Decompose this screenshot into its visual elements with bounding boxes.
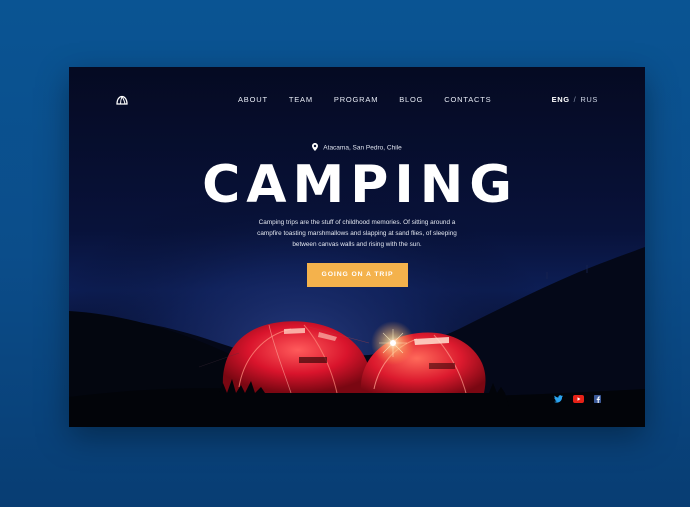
facebook-icon[interactable] bbox=[594, 390, 601, 408]
going-on-a-trip-button[interactable]: GOING ON A TRIP bbox=[307, 263, 408, 287]
language-option-rus[interactable]: RUS bbox=[580, 95, 598, 104]
hero-description: Camping trips are the stuff of childhood… bbox=[257, 219, 457, 248]
landing-page-card: ABOUT TEAM PROGRAM BLOG CONTACTS ENG / RUS… bbox=[69, 67, 645, 427]
tent-dome-icon[interactable] bbox=[115, 93, 129, 107]
nav-item-about[interactable]: ABOUT bbox=[238, 95, 268, 104]
nav-item-contacts[interactable]: CONTACTS bbox=[444, 95, 491, 104]
twitter-icon[interactable] bbox=[554, 390, 563, 408]
hero-title: CAMPING bbox=[202, 155, 518, 215]
social-links bbox=[554, 390, 601, 408]
language-switcher: ENG / RUS bbox=[552, 95, 598, 104]
language-separator: / bbox=[573, 95, 577, 104]
main-nav: ABOUT TEAM PROGRAM BLOG CONTACTS bbox=[238, 95, 512, 104]
map-pin-icon bbox=[312, 143, 319, 153]
nav-item-program[interactable]: PROGRAM bbox=[334, 95, 378, 104]
nav-item-blog[interactable]: BLOG bbox=[399, 95, 423, 104]
youtube-icon[interactable] bbox=[573, 390, 584, 408]
nav-item-team[interactable]: TEAM bbox=[289, 95, 313, 104]
top-navigation-bar: ABOUT TEAM PROGRAM BLOG CONTACTS ENG / RUS bbox=[69, 67, 645, 133]
location-text: Atacama, San Pedro, Chile bbox=[323, 144, 402, 152]
location-label: Atacama, San Pedro, Chile bbox=[69, 143, 645, 153]
language-option-eng[interactable]: ENG bbox=[552, 95, 570, 104]
